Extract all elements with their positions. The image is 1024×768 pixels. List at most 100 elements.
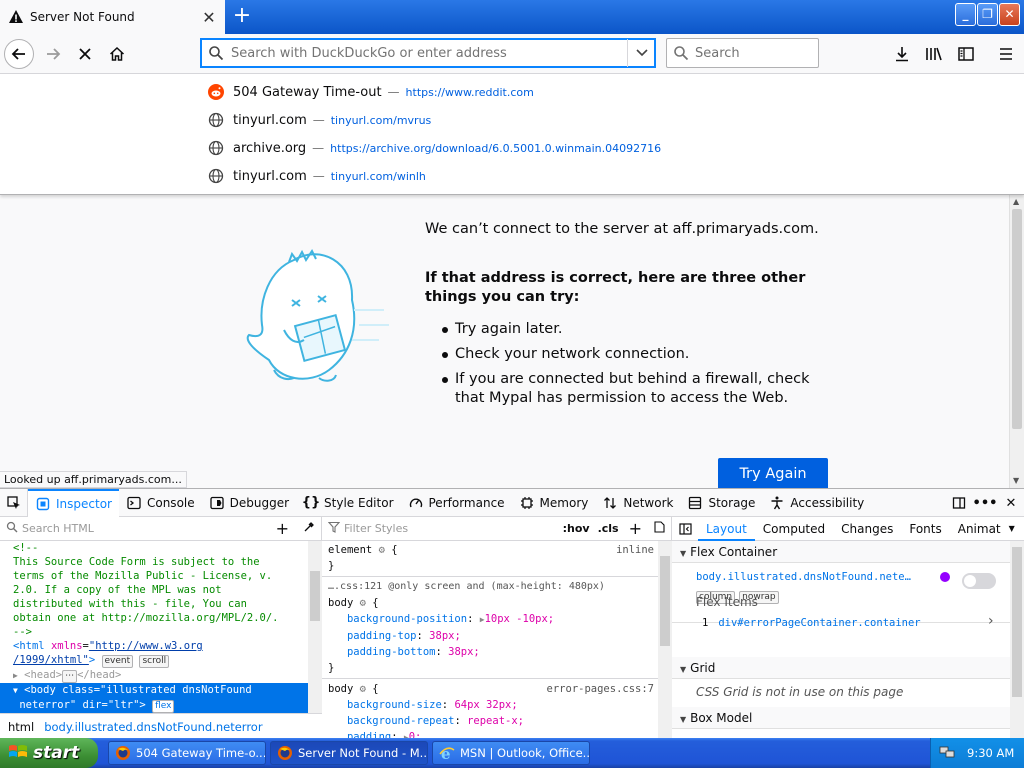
- css-declaration[interactable]: padding-top: 38px;: [322, 628, 658, 644]
- flexbox-highlighter-toggle[interactable]: [962, 573, 996, 589]
- flex-container-selector[interactable]: body.illustrated.dnsNotFound.nete…: [696, 571, 911, 583]
- search-bar[interactable]: [666, 38, 819, 68]
- minimize-icon[interactable]: _: [955, 3, 976, 26]
- taskbar-item[interactable]: e MSN | Outlook, Office...: [432, 741, 590, 765]
- tab-fonts[interactable]: Fonts: [901, 517, 949, 541]
- breadcrumb-body[interactable]: body.illustrated.dnsNotFound.neterror: [44, 720, 262, 734]
- markup-line[interactable]: -->: [0, 625, 308, 639]
- tab-close-icon[interactable]: ✕: [201, 8, 217, 27]
- gear-icon[interactable]: ⚙: [379, 544, 385, 556]
- markup-line[interactable]: This Source Code Form is subject to the: [0, 555, 308, 569]
- element-picker-icon[interactable]: [0, 488, 28, 517]
- chevron-down-icon[interactable]: [627, 39, 655, 67]
- markup-line[interactable]: /1999/xhtml"> event scroll: [0, 653, 308, 668]
- url-input[interactable]: [231, 45, 627, 61]
- taskbar-item[interactable]: 504 Gateway Time-o...: [108, 741, 266, 765]
- event-badge[interactable]: event: [101, 655, 134, 668]
- markup-line[interactable]: 2.0. If a copy of the MPL was not: [0, 583, 308, 597]
- library-icon[interactable]: [922, 42, 946, 66]
- scrollbar-thumb[interactable]: [1012, 209, 1022, 429]
- tab-debugger[interactable]: Debugger: [202, 489, 296, 517]
- scroll-up-icon[interactable]: ▲: [1013, 197, 1019, 206]
- taskbar-item-active[interactable]: Server Not Found - M...: [270, 741, 428, 765]
- markup-line-selected[interactable]: neterror" dir="ltr"> flex: [0, 698, 308, 713]
- chevron-right-icon[interactable]: ›: [988, 613, 994, 629]
- markup-scrollbar[interactable]: [308, 541, 322, 713]
- dock-icon[interactable]: [946, 496, 972, 510]
- rule-source[interactable]: inline: [616, 542, 654, 558]
- tab-server-not-found[interactable]: Server Not Found ✕: [0, 0, 225, 34]
- markup-line[interactable]: <html xmlns="http://www.w3.org: [0, 639, 308, 653]
- tab-animations[interactable]: Animat: [950, 517, 1009, 541]
- tab-memory[interactable]: Memory: [512, 489, 596, 517]
- more-options-icon[interactable]: •••: [972, 496, 998, 511]
- tab-storage[interactable]: Storage: [680, 489, 762, 517]
- start-button[interactable]: start: [0, 738, 98, 768]
- highlight-color-swatch[interactable]: [940, 572, 950, 582]
- gear-icon[interactable]: ⚙: [360, 683, 366, 695]
- filter-styles-input[interactable]: [344, 522, 555, 535]
- breadcrumb-html[interactable]: html: [8, 720, 34, 734]
- markup-line[interactable]: ▶ <head> ⋯ </head>: [0, 668, 308, 683]
- rules-scrollbar[interactable]: [658, 541, 672, 739]
- cls-toggle[interactable]: .cls: [598, 522, 619, 535]
- chevron-down-icon[interactable]: ▼: [1009, 524, 1015, 533]
- new-tab-icon[interactable]: +: [228, 2, 256, 32]
- hov-toggle[interactable]: :hov: [563, 522, 590, 535]
- scroll-badge[interactable]: scroll: [139, 655, 170, 668]
- close-icon[interactable]: ✕: [998, 496, 1024, 511]
- markup-line[interactable]: <!--: [0, 541, 308, 555]
- suggestion-item[interactable]: archive.org — https://archive.org/downlo…: [207, 136, 662, 160]
- suggestion-item[interactable]: tinyurl.com — tinyurl.com/mvrus: [207, 108, 431, 132]
- tab-console[interactable]: Console: [119, 489, 202, 517]
- suggestion-item[interactable]: 504 Gateway Time-out — https://www.reddi…: [207, 80, 534, 104]
- markup-line[interactable]: obtain one at http://mozilla.org/MPL/2.0…: [0, 611, 308, 625]
- print-media-icon[interactable]: [654, 521, 665, 536]
- suggestion-item[interactable]: tinyurl.com — tinyurl.com/winlh: [207, 164, 426, 188]
- forward-icon[interactable]: [38, 39, 68, 69]
- tab-computed[interactable]: Computed: [755, 517, 833, 541]
- gear-icon[interactable]: ⚙: [360, 597, 366, 609]
- css-declaration[interactable]: background-repeat: repeat-x;: [322, 713, 658, 729]
- tab-accessibility[interactable]: Accessibility: [762, 489, 871, 517]
- window-close-icon[interactable]: ✕: [999, 3, 1020, 26]
- search-input[interactable]: [695, 45, 810, 61]
- rule-source[interactable]: error-pages.css:7: [547, 681, 654, 697]
- maximize-icon[interactable]: ❐: [977, 3, 998, 26]
- flex-item-row[interactable]: 1 div#errorPageContainer.container: [702, 617, 921, 629]
- download-icon[interactable]: [890, 42, 914, 66]
- home-icon[interactable]: [102, 39, 132, 69]
- tab-inspector[interactable]: Inspector: [28, 488, 119, 517]
- add-node-icon[interactable]: +: [276, 519, 289, 538]
- url-bar[interactable]: [200, 38, 656, 68]
- tab-style-editor[interactable]: {} Style Editor: [296, 489, 400, 517]
- back-icon[interactable]: [4, 39, 34, 69]
- sidebar-toggle-icon[interactable]: [672, 522, 698, 535]
- css-declaration[interactable]: background-size: 64px 32px;: [322, 697, 658, 713]
- css-declaration[interactable]: background-position: ▶10px -10px;: [322, 611, 658, 628]
- search-html-input[interactable]: [22, 522, 276, 535]
- collapse-triangle-icon[interactable]: ▼: [13, 686, 18, 695]
- network-icon[interactable]: [939, 745, 955, 762]
- flex-badge[interactable]: flex: [152, 700, 175, 713]
- tab-performance[interactable]: Performance: [401, 489, 512, 517]
- expand-triangle-icon[interactable]: ▶: [13, 671, 18, 680]
- css-declaration[interactable]: padding-bottom: 38px;: [322, 644, 658, 660]
- media-query[interactable]: ….css:121 @only screen and (max-height: …: [322, 579, 658, 595]
- stop-icon[interactable]: [70, 39, 100, 69]
- grid-header[interactable]: ▼ Grid: [672, 657, 1010, 679]
- sidebar-icon[interactable]: [954, 42, 978, 66]
- hamburger-menu-icon[interactable]: [994, 42, 1018, 66]
- box-model-header[interactable]: ▼ Box Model: [672, 707, 1010, 729]
- scroll-down-icon[interactable]: ▼: [1013, 476, 1019, 485]
- layout-scrollbar[interactable]: [1010, 541, 1024, 739]
- page-scrollbar[interactable]: ▲ ▼: [1009, 195, 1024, 488]
- tab-layout[interactable]: Layout: [698, 517, 755, 541]
- flex-container-header[interactable]: ▼ Flex Container: [672, 541, 1010, 563]
- markup-line-selected[interactable]: ▼ <body class="illustrated dnsNotFound: [0, 683, 308, 698]
- try-again-button[interactable]: Try Again: [718, 458, 828, 488]
- add-rule-icon[interactable]: +: [629, 519, 642, 538]
- tab-network[interactable]: Network: [595, 489, 680, 517]
- eyedropper-icon[interactable]: [303, 521, 315, 536]
- markup-line[interactable]: distributed with this - file, You can: [0, 597, 308, 611]
